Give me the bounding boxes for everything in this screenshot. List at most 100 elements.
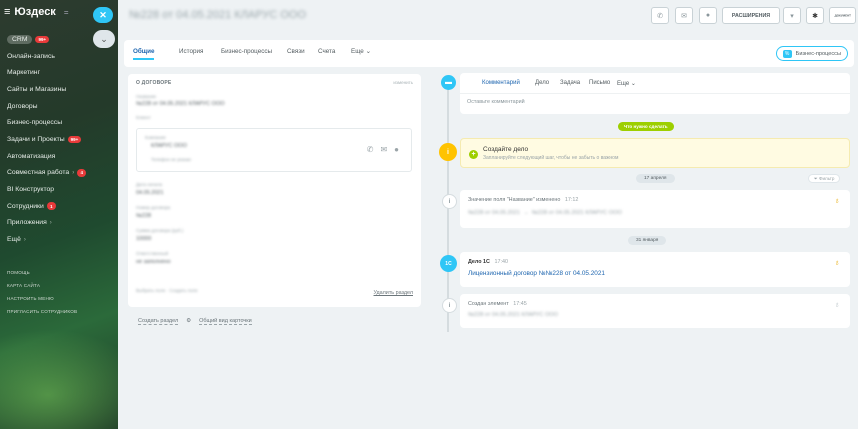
sidebar-item-label: Сотрудники xyxy=(7,202,44,210)
tab-business-processes[interactable]: Бизнес-процессы xyxy=(221,48,272,55)
collapse-button[interactable]: ⌄ xyxy=(93,30,115,48)
create-section-link[interactable]: Создать раздел xyxy=(138,318,179,325)
chat-button[interactable]: ● xyxy=(699,7,717,24)
tab-history[interactable]: История xyxy=(179,48,203,55)
tab-deal[interactable]: Дело xyxy=(535,80,549,86)
sidebar-item-label: Бизнес-процессы xyxy=(7,119,63,127)
history-info-icon: i xyxy=(442,298,457,313)
chevron-down-icon: ▾ xyxy=(790,12,794,20)
history-event-deal: Дело 1С 17:40 Лицензионный договор №№228… xyxy=(460,252,850,287)
section-edit-link[interactable]: изменить xyxy=(393,80,413,85)
sidebar-item-label: Ещё xyxy=(7,236,21,244)
filter-icon: ⏷ xyxy=(814,176,818,181)
history-info-icon: i xyxy=(442,194,457,209)
sidebar-link-help[interactable]: ПОМОЩЬ xyxy=(7,270,30,275)
common-view-link[interactable]: Общий вид карточки xyxy=(199,318,252,325)
sidebar-item-label: Маркетинг xyxy=(7,69,41,77)
chat-icon[interactable]: ● xyxy=(394,145,399,154)
field-value-blurred: 10000 xyxy=(136,236,152,242)
field-value-blurred: №228 xyxy=(136,213,152,219)
plus-icon[interactable]: + xyxy=(469,150,478,159)
close-slider-button[interactable]: ✕ xyxy=(93,7,113,23)
sidebar-item-more[interactable]: Ещё › xyxy=(0,231,118,248)
sidebar-link-sitemap[interactable]: КАРТА САЙТА xyxy=(7,283,40,288)
lightbulb-icon[interactable]: ♁ xyxy=(834,196,840,205)
event-time: 17:45 xyxy=(513,301,527,307)
extensions-button[interactable]: РАСШИРЕНИЯ xyxy=(722,7,780,24)
close-icon: ✕ xyxy=(99,9,107,20)
brand[interactable]: ≡ Юздеск = xyxy=(4,6,68,18)
sidebar-link-invite[interactable]: ПРИГЛАСИТЬ СОТРУДНИКОВ xyxy=(7,309,77,314)
sidebar-item-tasks[interactable]: Задачи и Проекты 99+ xyxy=(0,131,118,148)
chevron-right-icon: › xyxy=(72,169,75,176)
lightbulb-icon[interactable]: ♁ xyxy=(834,300,840,309)
sidebar-item-contracts[interactable]: Договоры xyxy=(0,98,118,115)
tab-links[interactable]: Связи xyxy=(287,48,305,55)
tasks-counter-badge: 99+ xyxy=(67,135,82,143)
chevron-down-icon: ⌄ xyxy=(365,48,371,55)
todo-subtitle: Запланируйте следующий шаг, чтобы не заб… xyxy=(483,155,619,161)
phone-icon[interactable]: ✆ xyxy=(367,145,374,154)
top-bar: №228 от 04.05.2021 КЛАРУС ООО ✆ ✉ ● РАСШ… xyxy=(118,0,858,32)
event-body-blurred: №228 от 04.05.2021 КЛАРУС ООО xyxy=(468,312,559,318)
comment-input[interactable]: Оставьте комментарий xyxy=(467,99,525,105)
field-value-blurred: КЛАРУС ООО xyxy=(151,143,187,149)
what-todo-label: Что нужно сделать xyxy=(618,122,674,131)
sidebar-item-business-processes[interactable]: Бизнес-процессы xyxy=(0,114,118,131)
deal-link[interactable]: Лицензионный договор №№228 от 04.05.2021 xyxy=(468,270,605,277)
chevron-right-icon: › xyxy=(23,236,26,243)
pin-icon[interactable]: = xyxy=(64,8,69,17)
field-label-blurred: Клиент xyxy=(136,115,151,120)
sidebar-item-sites[interactable]: Сайты и Магазины xyxy=(0,81,118,98)
menu-burger-icon[interactable]: ≡ xyxy=(4,6,10,18)
mail-button[interactable]: ✉ xyxy=(675,7,693,24)
tab-task[interactable]: Задача xyxy=(560,80,580,86)
sidebar-item-label: Сайты и Магазины xyxy=(7,85,67,93)
sidebar-item-online-booking[interactable]: Онлайн-запись xyxy=(0,48,118,65)
tab-more-label: Еще xyxy=(617,81,630,87)
event-header: Значение поля "Название" изменено 17:12 xyxy=(468,197,578,203)
field-label-blurred: Дата начала xyxy=(136,182,163,187)
filter-button[interactable]: ⏷ Фильтр xyxy=(808,174,841,183)
chevron-down-icon: ⌄ xyxy=(630,81,636,87)
todo-title: Создайте дело xyxy=(483,146,529,153)
brand-name: Юздеск xyxy=(14,6,56,18)
settings-icon: ⚙ xyxy=(186,318,192,324)
tab-comment[interactable]: Комментарий xyxy=(482,80,520,86)
tab-letter[interactable]: Письмо xyxy=(589,80,610,86)
tab-general[interactable]: Общие xyxy=(133,48,155,60)
sidebar-item-collaboration[interactable]: Совместная работа › 4 xyxy=(0,165,118,182)
collaboration-counter-badge: 4 xyxy=(77,168,87,177)
create-deal-card[interactable]: + Создайте дело Запланируйте следующий ш… xyxy=(460,138,850,168)
sidebar-link-configure-menu[interactable]: НАСТРОИТЬ МЕНЮ xyxy=(7,296,54,301)
field-label-blurred: Выбрать поле · Создать поле xyxy=(136,288,198,293)
sidebar-item-employees[interactable]: Сотрудники 1 xyxy=(0,198,118,215)
divider xyxy=(460,93,850,94)
filter-label: Фильтр xyxy=(818,176,835,181)
business-process-icon: % xyxy=(782,49,792,58)
tab-more-label: Еще xyxy=(351,48,364,55)
chevron-right-icon: › xyxy=(49,219,52,226)
sidebar-item-marketing[interactable]: Маркетинг xyxy=(0,64,118,81)
field-label-blurred: Номер договора xyxy=(136,205,171,210)
tab-comment-more[interactable]: Еще ⌄ xyxy=(617,80,636,87)
tab-invoices[interactable]: Счета xyxy=(318,48,335,55)
phone-button[interactable]: ✆ xyxy=(651,7,669,24)
employees-counter-badge: 1 xyxy=(46,202,56,211)
deal-1c-icon: 1С xyxy=(440,255,457,272)
settings-button[interactable]: ✱ xyxy=(806,7,824,24)
document-button[interactable]: ДОКУМЕНТ xyxy=(829,7,856,24)
extensions-dropdown-button[interactable]: ▾ xyxy=(783,7,801,24)
delete-section-link[interactable]: Удалить раздел xyxy=(374,290,413,296)
sidebar-item-automation[interactable]: Автоматизация xyxy=(0,148,118,165)
sidebar-item-label: Автоматизация xyxy=(7,152,56,160)
field-label-blurred: Ответственный xyxy=(136,251,169,256)
event-text: Создан элемент xyxy=(468,301,509,307)
date-separator: 17 апреля xyxy=(636,174,675,183)
sidebar-item-bi[interactable]: BI Конструктор xyxy=(0,181,118,198)
lightbulb-icon[interactable]: ♁ xyxy=(834,258,840,267)
sidebar-item-apps[interactable]: Приложения › xyxy=(0,215,118,232)
mail-icon[interactable]: ✉ xyxy=(380,145,387,154)
business-processes-button[interactable]: % Бизнес-процессы xyxy=(775,46,848,61)
tab-more[interactable]: Еще ⌄ xyxy=(351,48,371,55)
